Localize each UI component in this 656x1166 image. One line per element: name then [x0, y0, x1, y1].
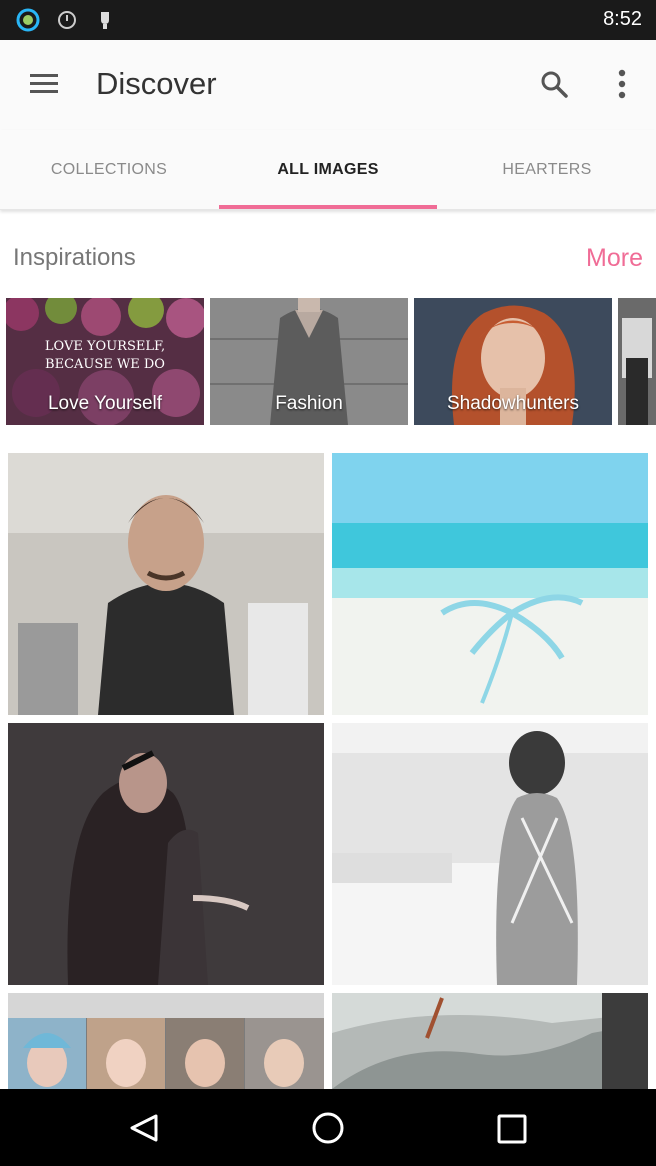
- circle-app-icon: [16, 8, 40, 32]
- collection-partial[interactable]: [618, 298, 656, 425]
- page-title: Discover: [96, 66, 217, 101]
- collection-name: Shadowhunters: [446, 393, 580, 414]
- collection-love-yourself[interactable]: LOVE YOURSELF, BECAUSE WE DO Love Yourse…: [6, 298, 204, 425]
- inspirations-header: Inspirations More: [13, 240, 643, 280]
- home-circle-icon[interactable]: [310, 1110, 346, 1146]
- status-time: 8:52: [603, 8, 642, 30]
- tab-bar: COLLECTIONS ALL IMAGES HEARTERS: [0, 130, 656, 210]
- active-tab-indicator: [219, 205, 437, 209]
- more-link[interactable]: More: [586, 244, 643, 273]
- collection-shadowhunters[interactable]: Shadowhunters: [414, 298, 612, 425]
- bulb-icon: [101, 12, 109, 29]
- grid-image-woman-in-white-room[interactable]: [332, 723, 648, 985]
- partial-collection-image: [618, 298, 656, 425]
- collection-name: Love Yourself: [47, 393, 163, 414]
- grid-image-group-selfie-collage[interactable]: [8, 993, 324, 1089]
- back-triangle-icon[interactable]: [126, 1113, 162, 1143]
- more-vertical-icon[interactable]: [598, 60, 646, 108]
- collection-fashion[interactable]: Fashion: [210, 298, 408, 425]
- inspirations-label: Inspirations: [13, 244, 136, 271]
- status-bar: 8:52: [0, 0, 656, 40]
- recents-square-icon[interactable]: [496, 1113, 528, 1145]
- hamburger-menu-icon[interactable]: [20, 60, 68, 108]
- search-icon[interactable]: [530, 60, 578, 108]
- grid-image-singer-with-microphone[interactable]: [8, 723, 324, 985]
- system-nav-bar: [0, 1089, 656, 1166]
- tab-collections[interactable]: COLLECTIONS: [0, 130, 218, 210]
- collection-name: Fashion: [275, 393, 343, 414]
- app-bar: Discover: [0, 40, 656, 130]
- tab-all-images[interactable]: ALL IMAGES: [219, 130, 437, 210]
- grid-image-tropical-beach[interactable]: [332, 453, 648, 715]
- grid-image-man-in-leather-jacket[interactable]: [8, 453, 324, 715]
- alarm-icon: [58, 11, 76, 29]
- grid-image-hand-holding-pen[interactable]: [332, 993, 648, 1089]
- tab-hearters[interactable]: HEARTERS: [438, 130, 656, 210]
- collection-overlay-text: LOVE YOURSELF, BECAUSE WE DO: [44, 339, 166, 372]
